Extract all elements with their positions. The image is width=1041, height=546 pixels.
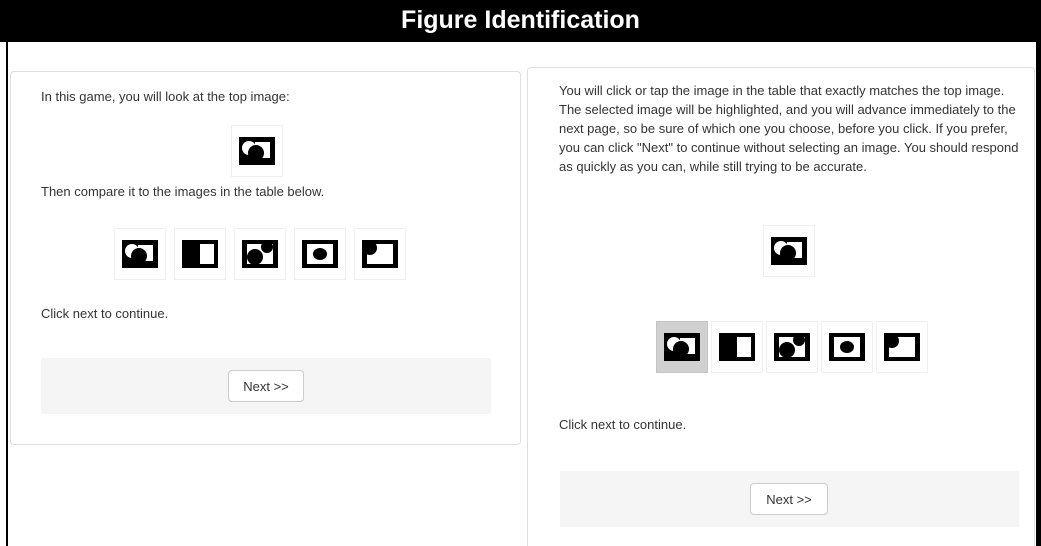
intro-text: In this game, you will look at the top i… bbox=[41, 89, 290, 104]
panel-footer: Next >> bbox=[41, 358, 491, 414]
instructions-text: You will click or tap the image in the t… bbox=[559, 83, 1019, 174]
figure-choice-2[interactable] bbox=[175, 229, 225, 279]
target-figure-icon bbox=[239, 137, 275, 165]
next-button[interactable]: Next >> bbox=[228, 370, 304, 402]
frame-border-right bbox=[1036, 42, 1041, 546]
compare-text: Then compare it to the images in the tab… bbox=[41, 184, 325, 199]
figure-4-icon bbox=[302, 240, 338, 268]
figure-2-icon bbox=[719, 333, 755, 361]
figure-5-icon bbox=[362, 240, 398, 268]
figure-2-icon bbox=[182, 240, 218, 268]
figure-choice-4[interactable] bbox=[822, 322, 872, 372]
target-figure bbox=[764, 226, 814, 276]
figure-choice-4[interactable] bbox=[295, 229, 345, 279]
page-title: Figure Identification bbox=[401, 6, 640, 34]
left-instruction-panel: In this game, you will look at the top i… bbox=[10, 71, 521, 445]
figure-1-icon bbox=[664, 333, 700, 361]
figure-choice-5[interactable] bbox=[355, 229, 405, 279]
figure-choice-1[interactable] bbox=[115, 229, 165, 279]
figure-5-icon bbox=[884, 333, 920, 361]
right-instruction-panel: You will click or tap the image in the t… bbox=[527, 67, 1035, 546]
continue-text: Click next to continue. bbox=[559, 417, 687, 432]
panel-footer: Next >> bbox=[560, 471, 1019, 527]
figure-4-icon bbox=[829, 333, 865, 361]
figure-3-icon bbox=[774, 333, 810, 361]
page-header: Figure Identification bbox=[0, 0, 1041, 42]
target-figure bbox=[232, 126, 282, 176]
figure-3-icon bbox=[242, 240, 278, 268]
figure-choice-5[interactable] bbox=[877, 322, 927, 372]
figure-choice-1-highlighted[interactable] bbox=[657, 322, 707, 372]
figure-choice-3[interactable] bbox=[235, 229, 285, 279]
target-figure-icon bbox=[771, 237, 807, 265]
figure-choice-2[interactable] bbox=[712, 322, 762, 372]
frame-border-left bbox=[6, 42, 8, 546]
continue-text: Click next to continue. bbox=[41, 306, 169, 321]
next-button[interactable]: Next >> bbox=[750, 483, 828, 515]
figure-choice-3[interactable] bbox=[767, 322, 817, 372]
figure-1-icon bbox=[122, 240, 158, 268]
